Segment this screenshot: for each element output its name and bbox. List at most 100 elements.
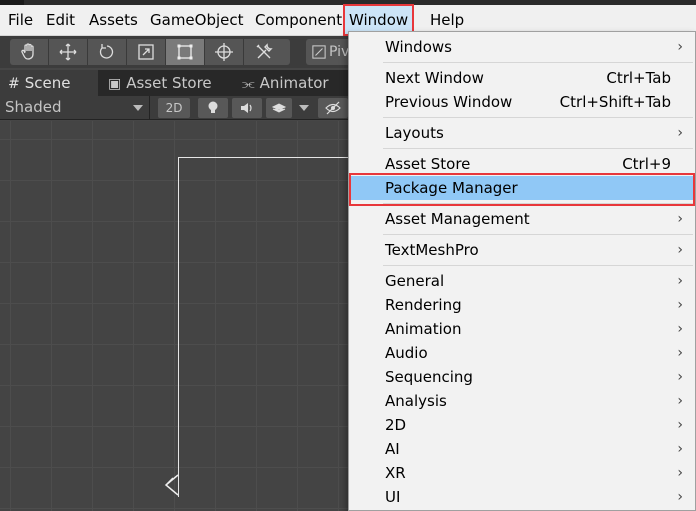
animator-icon: ⫘	[242, 76, 255, 92]
menu-item-animation[interactable]: Animation ›	[349, 317, 695, 341]
shading-mode-dropdown[interactable]: Shaded	[0, 96, 150, 120]
chevron-right-icon: ›	[677, 441, 683, 457]
rect-transform-icon	[177, 44, 193, 60]
menu-gameobject[interactable]: GameObject	[148, 8, 246, 32]
scale-tool-button[interactable]	[127, 39, 166, 65]
window-menu-dropdown: Windows › Next Window Ctrl+Tab Previous …	[348, 31, 696, 511]
chevron-right-icon: ›	[677, 211, 683, 227]
chevron-right-icon: ›	[677, 369, 683, 385]
menu-item-analysis[interactable]: Analysis ›	[349, 389, 695, 413]
menu-item-label: General	[385, 272, 445, 290]
effects-toggle[interactable]	[266, 98, 292, 118]
menu-item-rendering[interactable]: Rendering ›	[349, 293, 695, 317]
scene-visibility-toggle[interactable]	[318, 98, 348, 118]
menu-window-label: Window	[349, 11, 409, 29]
menu-item-asset-management[interactable]: Asset Management ›	[349, 207, 695, 231]
menu-assets[interactable]: Assets	[87, 8, 140, 32]
package-manager-annotation-box	[349, 173, 695, 206]
menu-edit[interactable]: Edit	[44, 8, 77, 32]
menu-item-label: Layouts	[385, 124, 444, 142]
menu-separator	[383, 234, 693, 235]
hand-tool-button[interactable]	[10, 39, 49, 65]
chevron-right-icon: ›	[677, 345, 683, 361]
shortcut-label: Ctrl+Tab	[606, 69, 671, 87]
scale-icon	[138, 44, 154, 60]
menu-item-label: Rendering	[385, 296, 462, 314]
menu-item-windows[interactable]: Windows ›	[349, 35, 695, 59]
shading-mode-label: Shaded	[5, 98, 62, 116]
menu-separator	[383, 62, 693, 63]
layers-icon	[271, 103, 287, 113]
menu-item-label: Audio	[385, 344, 428, 362]
transform-tool-button[interactable]	[205, 39, 244, 65]
camera-gizmo-icon	[164, 474, 179, 496]
menu-item-label: Windows	[385, 38, 452, 56]
menu-item-textmeshpro[interactable]: TextMeshPro ›	[349, 238, 695, 262]
menu-separator	[383, 117, 693, 118]
chevron-right-icon: ›	[677, 125, 683, 141]
menu-item-2d[interactable]: 2D ›	[349, 413, 695, 437]
audio-toggle[interactable]	[232, 98, 262, 118]
menu-item-previous-window[interactable]: Previous Window Ctrl+Shift+Tab	[349, 90, 695, 114]
effects-dropdown[interactable]	[294, 98, 314, 118]
rotate-tool-button[interactable]	[88, 39, 127, 65]
menu-item-sequencing[interactable]: Sequencing ›	[349, 365, 695, 389]
menu-help[interactable]: Help	[428, 8, 466, 32]
menu-item-label: Sequencing	[385, 368, 473, 386]
chevron-right-icon: ›	[677, 321, 683, 337]
menu-item-layouts[interactable]: Layouts ›	[349, 121, 695, 145]
menu-item-label: Analysis	[385, 392, 447, 410]
chevron-right-icon: ›	[677, 39, 683, 55]
pivot-icon	[312, 45, 326, 59]
menu-item-label: Asset Management	[385, 210, 530, 228]
menu-item-label: Animation	[385, 320, 462, 338]
menu-item-next-window[interactable]: Next Window Ctrl+Tab	[349, 66, 695, 90]
move-tool-button[interactable]	[49, 39, 88, 65]
menu-item-label: Next Window	[385, 69, 484, 87]
chevron-down-icon	[133, 105, 143, 111]
menu-separator	[383, 265, 693, 266]
tab-scene-label: Scene	[24, 74, 71, 92]
lighting-toggle[interactable]	[198, 98, 228, 118]
menu-component[interactable]: Component	[253, 8, 344, 32]
tools-icon	[256, 43, 273, 59]
eye-slash-icon	[325, 101, 341, 115]
store-bag-icon: ▣	[108, 76, 122, 92]
menu-item-general[interactable]: General ›	[349, 269, 695, 293]
chevron-right-icon: ›	[677, 489, 683, 505]
chevron-right-icon: ›	[677, 393, 683, 409]
custom-tool-button[interactable]	[244, 39, 283, 65]
tab-scene[interactable]: # Scene	[0, 70, 98, 96]
chevron-right-icon: ›	[677, 417, 683, 433]
menu-file[interactable]: File	[6, 8, 35, 32]
menu-item-label: 2D	[385, 416, 407, 434]
menu-item-label: UI	[385, 488, 401, 506]
chevron-right-icon: ›	[677, 273, 683, 289]
tab-animator[interactable]: ⫘ Animator	[234, 70, 344, 96]
menu-item-label: Previous Window	[385, 93, 513, 111]
menu-item-xr[interactable]: XR ›	[349, 461, 695, 485]
2d-toggle[interactable]: 2D	[158, 98, 190, 118]
lightbulb-icon	[208, 101, 218, 113]
hand-icon	[21, 43, 34, 60]
transform-tools	[10, 39, 290, 65]
menu-item-ui[interactable]: UI ›	[349, 485, 695, 509]
menu-item-label: AI	[385, 440, 400, 458]
pivot-label: Piv	[329, 44, 350, 60]
rect-tool-button[interactable]	[166, 39, 205, 65]
tab-animator-label: Animator	[259, 74, 329, 92]
tab-asset-store[interactable]: ▣ Asset Store	[100, 70, 220, 96]
chevron-right-icon: ›	[677, 242, 683, 258]
move-icon	[59, 43, 77, 61]
menu-item-ai[interactable]: AI ›	[349, 437, 695, 461]
tab-asset-store-label: Asset Store	[126, 74, 212, 92]
chevron-right-icon: ›	[677, 465, 683, 481]
menu-item-label: XR	[385, 464, 406, 482]
2d-label: 2D	[165, 101, 183, 115]
menu-item-audio[interactable]: Audio ›	[349, 341, 695, 365]
rotate-icon	[99, 44, 114, 59]
chevron-down-icon	[299, 105, 309, 111]
menu-separator	[383, 148, 693, 149]
chevron-right-icon: ›	[677, 297, 683, 313]
speaker-icon	[241, 103, 252, 113]
